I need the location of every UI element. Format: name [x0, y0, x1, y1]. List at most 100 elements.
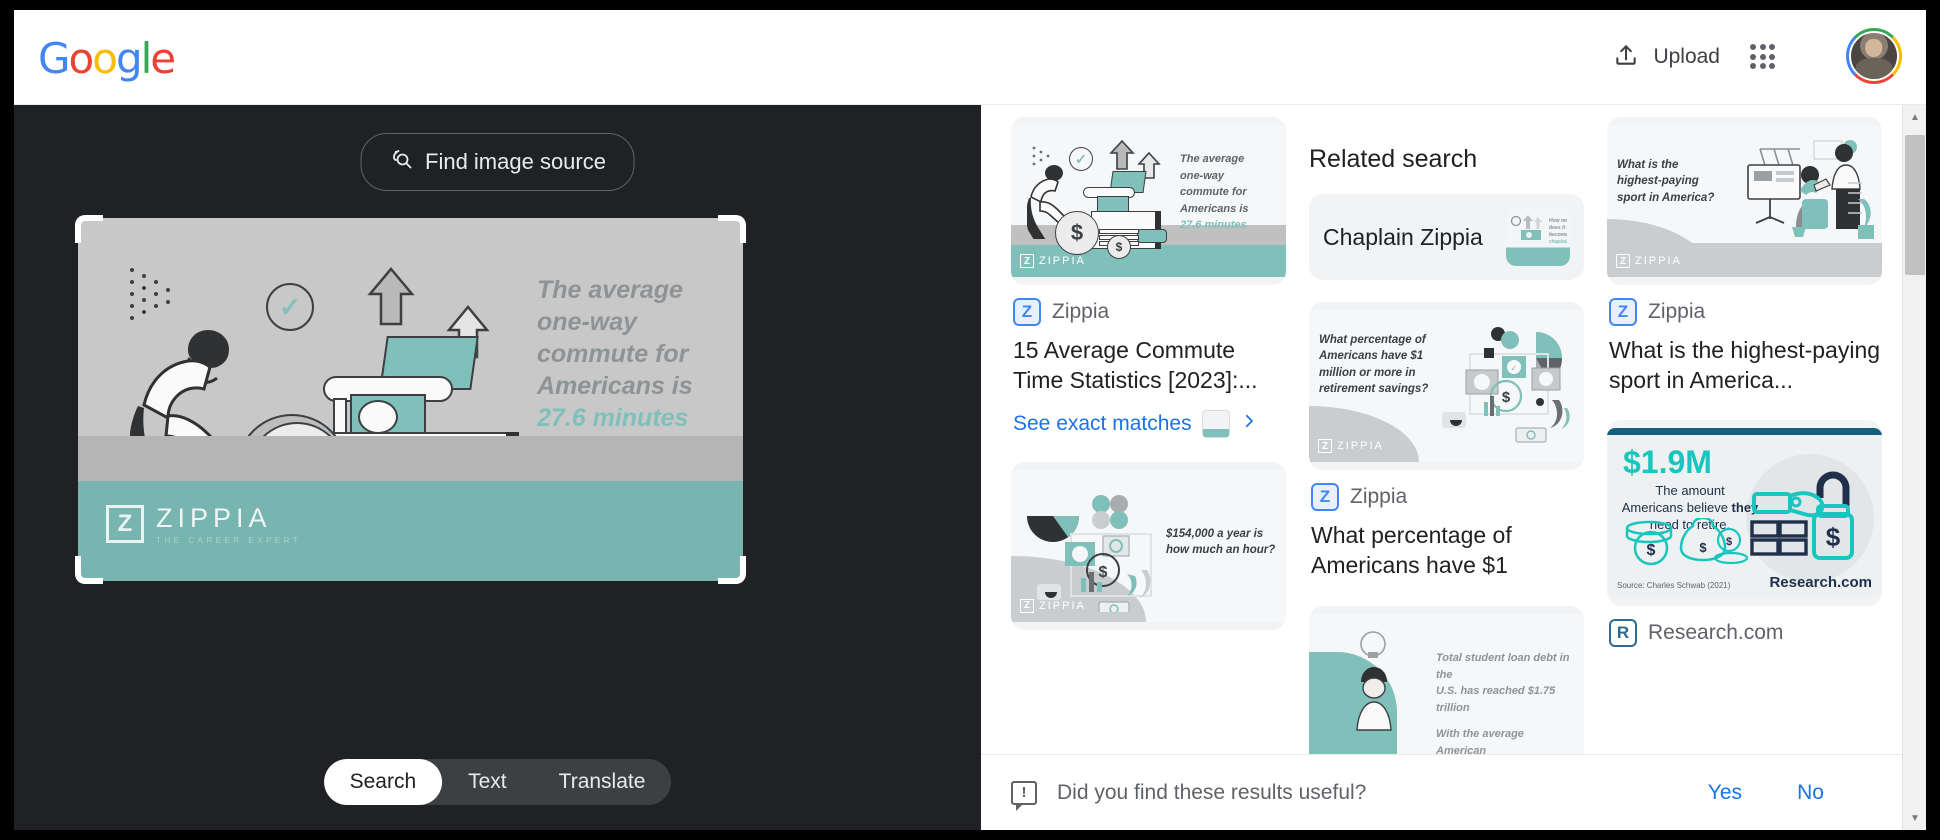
- crop-handle-bottom-right[interactable]: [718, 556, 746, 584]
- thumbnail-image: $ $154,000 a year is how much an hour? Z…: [1011, 469, 1286, 622]
- thumb-line-2: highest-paying: [1617, 175, 1699, 188]
- image-crop-stage[interactable]: ✓ The average one-way commute for Americ…: [75, 215, 746, 584]
- result-thumbnail[interactable]: What percentage of Americans have $1 mil…: [1309, 302, 1584, 470]
- thumb-line-3: million or more in: [1319, 366, 1416, 379]
- results-column-mid: Related search Chaplain Zippia How mu do…: [1309, 117, 1584, 755]
- thumb-zippia-logo: Z ZIPPIA: [1318, 439, 1384, 453]
- related-search-chip[interactable]: Chaplain Zippia How mu does it t become: [1309, 194, 1584, 280]
- upload-icon: [1613, 42, 1639, 73]
- results-scrollbar[interactable]: ▲ ▼: [1902, 105, 1926, 830]
- find-image-source-button[interactable]: Find image source: [360, 133, 635, 191]
- crop-handle-bottom-left[interactable]: [75, 556, 103, 584]
- thumb-line-2: one-way: [1180, 169, 1225, 182]
- zippia-logo: Z ZIPPIA THE CAREER EXPERT: [106, 503, 301, 545]
- result-thumbnail[interactable]: Total student loan debt in the U.S. has …: [1309, 606, 1584, 755]
- result-thumbnail[interactable]: $1.9M The amount Americans believe they …: [1607, 419, 1882, 606]
- thumb-machine-body: [1097, 196, 1129, 212]
- result-card[interactable]: $1.9M The amount Americans believe they …: [1607, 419, 1882, 647]
- lens-search-icon: [389, 147, 413, 177]
- thumbnail-image: $1.9M The amount Americans believe they …: [1607, 427, 1882, 598]
- thumbnail-image: What percentage of Americans have $1 mil…: [1309, 310, 1584, 462]
- logo-letter-g1: G: [38, 34, 71, 83]
- result-source: Z Zippia: [1013, 298, 1286, 326]
- thumb-zippia-mark: Z: [1616, 254, 1630, 268]
- result-thumbnail[interactable]: $ $154,000 a year is how much an hour? Z…: [1011, 461, 1286, 630]
- tab-translate[interactable]: Translate: [533, 759, 672, 805]
- apps-dot: [1750, 53, 1756, 60]
- thumb-blob: [1309, 406, 1419, 462]
- result-card[interactable]: $ $154,000 a year is how much an hour? Z…: [1011, 461, 1286, 630]
- thumb-person-lightbulb: [1356, 631, 1392, 731]
- thumb-zippia-logo: Z ZIPPIA: [1020, 598, 1086, 613]
- avatar-image: [1849, 31, 1899, 81]
- research-sub-line-2: Americans believe they: [1615, 499, 1765, 516]
- result-title[interactable]: 15 Average Commute Time Statistics [2023…: [1013, 335, 1286, 396]
- result-card[interactable]: ✓ $ $ The average one-way commute for Am…: [1011, 117, 1286, 438]
- source-image: ✓ The average one-way commute for Americ…: [78, 218, 743, 581]
- thumb-zippia-mark: Z: [1318, 439, 1332, 453]
- result-site-name: Zippia: [1052, 300, 1110, 323]
- thumbnail-headline: $154,000 a year is how much an hour?: [1166, 526, 1276, 559]
- related-search-title: Related search: [1309, 145, 1478, 173]
- result-card[interactable]: Total student loan debt in the U.S. has …: [1309, 606, 1584, 755]
- result-title[interactable]: What percentage of Americans have $1 mil…: [1311, 520, 1584, 582]
- result-card[interactable]: What percentage of Americans have $1 mil…: [1309, 302, 1584, 582]
- headline-line-2: one-way: [537, 308, 638, 336]
- thumb-line-3: commute for: [1180, 186, 1247, 198]
- scroll-down-button[interactable]: ▼: [1903, 806, 1926, 830]
- see-exact-matches-link[interactable]: See exact matches: [1013, 409, 1286, 438]
- svg-text:$: $: [1502, 389, 1511, 406]
- thumb-zippia-logo: Z ZIPPIA: [1616, 254, 1682, 268]
- thumb-zippia-mark: Z: [1020, 598, 1034, 613]
- result-title[interactable]: What is the highest-paying sport in Amer…: [1609, 335, 1882, 396]
- headline-line-3: commute for: [537, 340, 689, 368]
- svg-text:✓: ✓: [1510, 363, 1518, 373]
- thumb-zippia-word: ZIPPIA: [1039, 599, 1086, 612]
- research-source-note: Source: Charles Schwab (2021): [1617, 580, 1731, 590]
- google-logo[interactable]: Google: [38, 38, 176, 80]
- headline-line-1: The average: [537, 276, 683, 304]
- thumbnail-image: Total student loan debt in the U.S. has …: [1309, 614, 1584, 755]
- related-search-label: Chaplain Zippia: [1323, 223, 1483, 250]
- headline-highlight: 27.6 minutes: [537, 404, 689, 432]
- svg-text:$: $: [1699, 540, 1707, 555]
- research-favicon: R: [1609, 618, 1637, 647]
- chevron-right-icon: [1240, 412, 1258, 436]
- feedback-no-button[interactable]: No: [1797, 781, 1824, 805]
- apps-grid-icon[interactable]: [1748, 42, 1778, 72]
- research-top-bar: [1607, 427, 1882, 435]
- chip-thumb-illustration: How mu does it t become chaplain: [1510, 215, 1567, 245]
- result-thumbnail[interactable]: What is the highest-paying sport in Amer…: [1607, 117, 1882, 285]
- apps-dot: [1759, 44, 1766, 50]
- find-image-source-label: Find image source: [425, 149, 606, 174]
- tab-search[interactable]: Search: [323, 759, 443, 805]
- zippia-favicon: Z: [1609, 298, 1637, 326]
- result-thumbnail[interactable]: ✓ $ $ The average one-way commute for Am…: [1011, 117, 1286, 285]
- result-site-name: Research.com: [1648, 620, 1784, 644]
- scroll-up-button[interactable]: ▲: [1903, 105, 1926, 129]
- scrollbar-thumb[interactable]: [1905, 135, 1925, 275]
- avatar[interactable]: [1846, 28, 1902, 84]
- research-amount: $1.9M: [1623, 443, 1712, 480]
- apps-dot: [1769, 44, 1776, 50]
- feedback-yes-button[interactable]: Yes: [1708, 781, 1742, 805]
- tab-text[interactable]: Text: [442, 759, 533, 805]
- thumb-zippia-word: ZIPPIA: [1337, 440, 1384, 452]
- thumb-finance-illustration: $: [1027, 494, 1152, 612]
- apps-dot: [1769, 53, 1776, 60]
- result-card[interactable]: What is the highest-paying sport in Amer…: [1607, 117, 1882, 396]
- thumb-line-4: retirement savings?: [1319, 382, 1429, 395]
- thumb-finance-illustration: ✓ $: [1442, 327, 1570, 443]
- logo-letter-o1: o: [68, 34, 95, 83]
- exact-match-thumbnail: [1201, 409, 1230, 438]
- crop-handle-top-right[interactable]: [718, 215, 746, 243]
- research-sub-line-1: The amount: [1655, 482, 1725, 498]
- svg-text:$: $: [1726, 536, 1732, 548]
- logo-letter-o2: o: [92, 34, 118, 83]
- thumb-zippia-word: ZIPPIA: [1635, 255, 1682, 267]
- thumb-zippia-word: ZIPPIA: [1039, 255, 1086, 267]
- svg-text:$: $: [1826, 522, 1841, 552]
- results-panel: ✓ $ $ The average one-way commute for Am…: [981, 105, 1902, 830]
- crop-handle-top-left[interactable]: [75, 215, 103, 243]
- upload-button[interactable]: Upload: [1607, 34, 1726, 80]
